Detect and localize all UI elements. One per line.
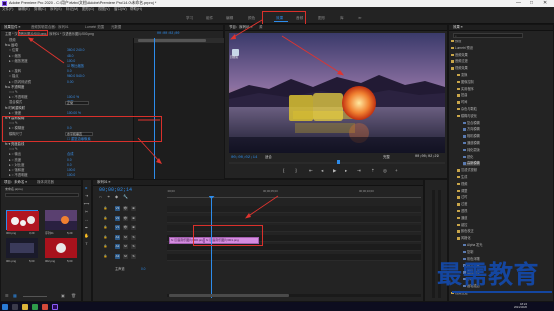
watermark-underline	[452, 291, 552, 293]
search-taskbar-icon[interactable]	[12, 303, 18, 310]
watermark-text: 最需教育	[437, 260, 540, 289]
annotation-box-effect-controls	[18, 30, 48, 36]
clock-date: 2021/10/26	[514, 306, 527, 309]
browser-icon[interactable]	[32, 303, 38, 310]
premiere-taskbar-icon[interactable]	[52, 303, 58, 310]
annotation-box-gaussian-blur	[2, 116, 162, 142]
start-icon[interactable]	[2, 303, 8, 310]
app-icon[interactable]	[42, 303, 48, 310]
windows-taskbar: 18:24 2021/10/26	[0, 302, 554, 311]
file-explorer-icon[interactable]	[22, 303, 28, 310]
